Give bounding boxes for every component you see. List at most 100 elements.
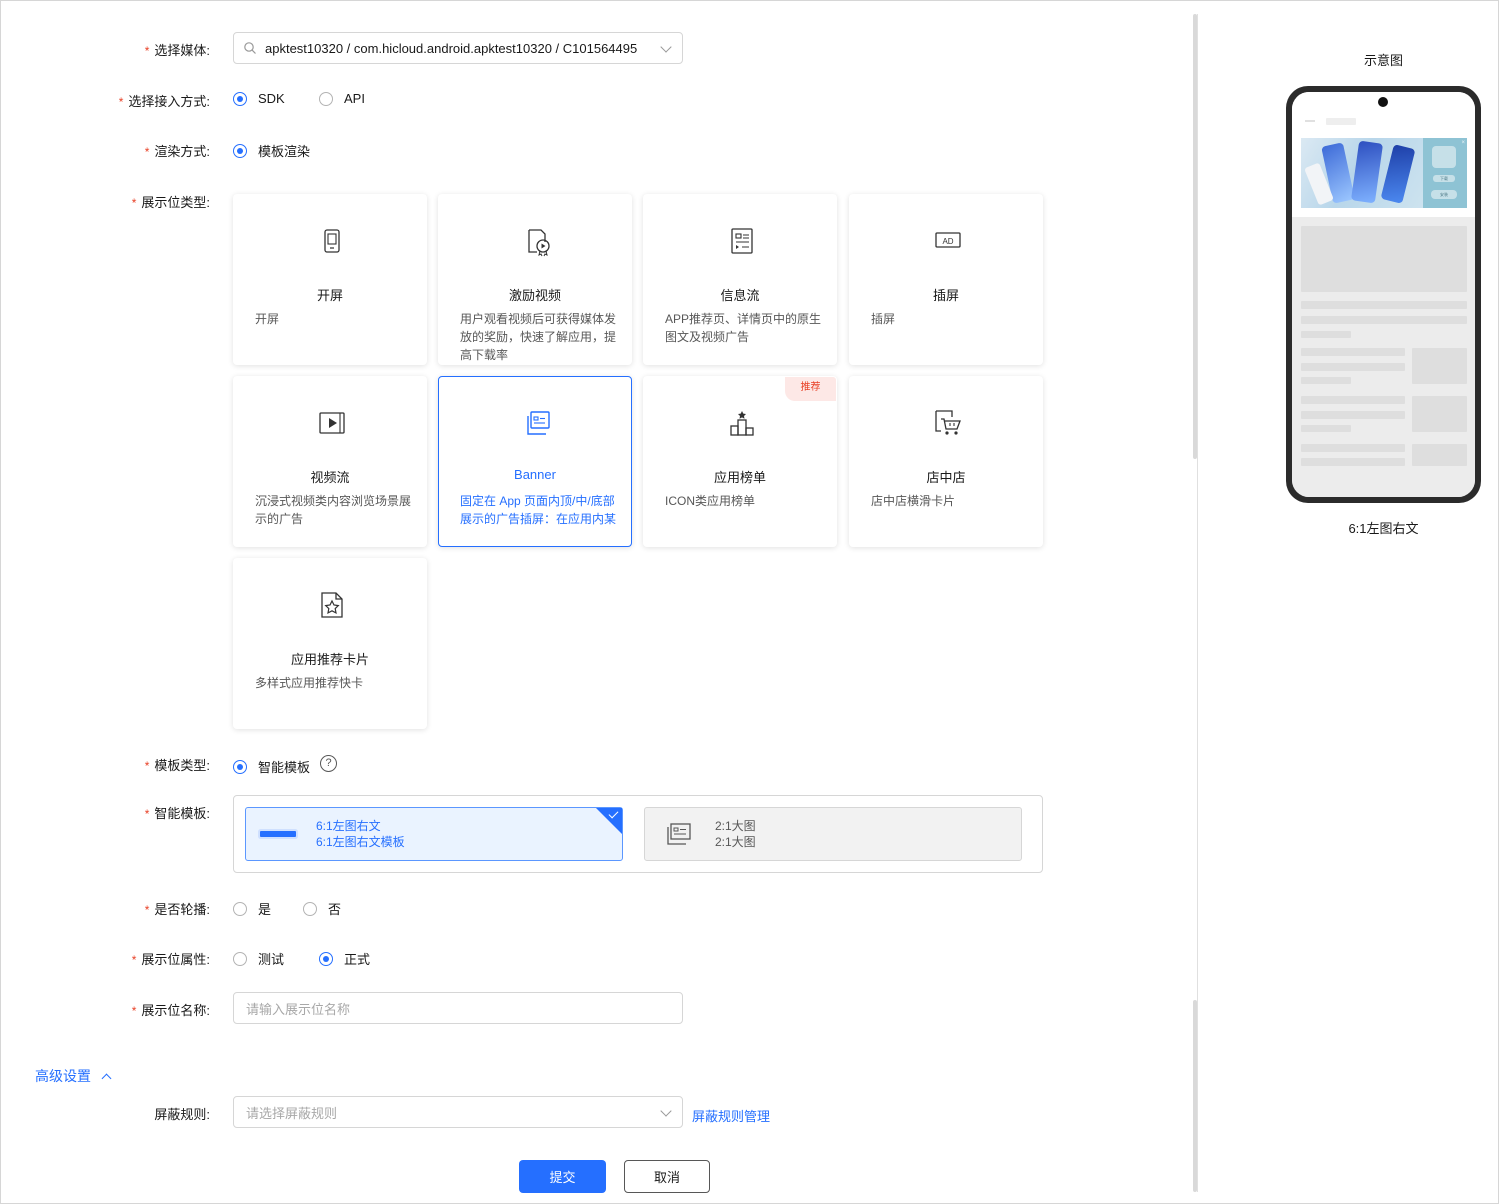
block-rule-manage-link[interactable]: 屏蔽规则管理 — [692, 1106, 770, 1125]
slot-name-label: * 展示位名称: — [131, 1003, 210, 1018]
banner-preview: 下载 安装 × — [1301, 138, 1467, 208]
placeholder-line — [1301, 301, 1467, 309]
slot-type-label: * 展示位类型: — [131, 195, 210, 210]
screen-header-bar — [1326, 118, 1356, 125]
card-title: 店中店 — [926, 470, 966, 485]
template-desc: 2:1大图 — [715, 835, 756, 849]
placeholder-line — [1301, 377, 1351, 384]
block-rule-label: 屏蔽规则: — [154, 1107, 210, 1122]
radio-dot — [233, 143, 247, 158]
banner-button-1: 下载 — [1433, 175, 1455, 182]
slot-card-reward-video[interactable]: 激励视频 用户观看视频后可获得媒体发放的奖励，快速了解应用，提高下载率 — [438, 194, 632, 365]
radio-api[interactable]: API — [319, 91, 365, 106]
card-title: 插屏 — [932, 288, 959, 303]
preview-caption: 6:1左图右文 — [1348, 521, 1419, 536]
slot-card-splash[interactable]: 开屏 开屏 — [233, 194, 427, 365]
slot-name-placeholder: 请输入展示位名称 — [246, 1001, 351, 1017]
media-value: apktest10320 / com.hicloud.android.apkte… — [265, 40, 638, 56]
placeholder-line — [1301, 348, 1405, 356]
radio-dot — [319, 951, 333, 966]
banner-app-icon — [1432, 146, 1456, 168]
advanced-label: 高级设置 — [35, 1068, 91, 1084]
radio-sdk[interactable]: SDK — [233, 91, 285, 106]
card-title: 应用榜单 — [713, 470, 766, 485]
slot-card-interstitial[interactable]: AD 插屏 插屏 — [849, 194, 1043, 365]
submit-button[interactable]: 提交 — [519, 1160, 606, 1193]
card-desc: APP推荐页、详情页中的原生图文及视频广告 — [665, 312, 822, 344]
radio-formal[interactable]: 正式 — [319, 949, 370, 968]
media-label: * 选择媒体: — [144, 43, 210, 58]
placeholder-line — [1301, 331, 1351, 338]
card-desc: 插屏 — [871, 312, 896, 326]
preview-title: 示意图 — [1363, 53, 1403, 68]
template-option-2-1[interactable]: 2:1大图 2:1大图 — [644, 807, 1022, 861]
banner-button-2: 安装 — [1431, 190, 1457, 199]
card-desc: ICON类应用榜单 — [665, 494, 756, 508]
smart-template-label: * 智能模板: — [144, 806, 210, 821]
large-image-icon — [667, 823, 691, 845]
access-label: * 选择接入方式: — [118, 94, 210, 109]
card-desc: 沉浸式视频类内容浏览场景展示的广告 — [255, 494, 412, 526]
radio-dot — [319, 91, 333, 106]
slot-card-video-stream[interactable]: 视频流 沉浸式视频类内容浏览场景展示的广告 — [233, 376, 427, 547]
card-desc: 用户观看视频后可获得媒体发放的奖励，快速了解应用，提高下载率 — [460, 312, 617, 362]
template-name: 6:1左图右文 — [316, 819, 381, 833]
banner-strip-icon — [260, 831, 296, 837]
radio-test[interactable]: 测试 — [233, 949, 284, 968]
ranking-icon — [730, 411, 754, 436]
banner-close-icon: × — [1461, 140, 1465, 146]
placeholder-line — [1301, 425, 1351, 432]
slot-card-ranking[interactable]: 推荐 应用榜单 ICON类应用榜单 — [643, 376, 837, 547]
template-type-label: * 模板类型: — [144, 758, 210, 773]
media-select[interactable]: apktest10320 / com.hicloud.android.apkte… — [233, 32, 683, 64]
card-desc: 店中店横滑卡片 — [871, 494, 956, 508]
placeholder-line — [1301, 458, 1405, 466]
panel-divider — [1197, 14, 1198, 1192]
phone-screen: 下载 安装 × — [1292, 92, 1475, 497]
cart-icon — [935, 410, 961, 435]
cancel-button[interactable]: 取消 — [624, 1160, 710, 1193]
radio-smart-template[interactable]: 智能模板 — [233, 757, 310, 776]
placeholder-line — [1301, 444, 1405, 452]
placeholder-thumb — [1412, 348, 1467, 384]
chevron-up-icon — [101, 1073, 112, 1083]
feed-icon — [731, 228, 753, 254]
svg-text:AD: AD — [942, 237, 953, 246]
reward-video-icon — [528, 229, 550, 257]
slot-card-store-in-store[interactable]: 店中店 店中店横滑卡片 — [849, 376, 1043, 547]
card-desc: 固定在 App 页面内顶/中/底部展示的广告插屏：在应用内某 — [460, 494, 617, 526]
slot-card-app-recommend[interactable]: 应用推荐卡片 多样式应用推荐快卡 — [233, 558, 427, 729]
block-rule-select[interactable]: 请选择屏蔽规则 — [233, 1096, 683, 1128]
render-label: * 渲染方式: — [144, 144, 210, 159]
slot-attr-label: * 展示位属性: — [131, 952, 210, 967]
card-desc: 开屏 — [255, 312, 280, 326]
card-title: 应用推荐卡片 — [290, 652, 369, 667]
card-title: 信息流 — [720, 288, 760, 303]
advanced-toggle[interactable]: 高级设置 — [35, 1066, 112, 1086]
card-title: 开屏 — [316, 288, 343, 303]
slot-card-banner[interactable]: Banner 固定在 App 页面内顶/中/底部展示的广告插屏：在应用内某 — [438, 376, 632, 547]
template-desc: 6:1左图右文模板 — [316, 835, 405, 849]
video-icon — [319, 412, 345, 434]
phone-preview: 下载 安装 × — [1286, 86, 1481, 503]
placeholder-thumb — [1412, 444, 1467, 466]
help-icon[interactable]: ? — [320, 755, 337, 772]
slot-name-input[interactable]: 请输入展示位名称 — [233, 992, 683, 1024]
banner-icon — [527, 411, 550, 435]
placeholder-line — [1301, 316, 1467, 324]
block-rule-placeholder: 请选择屏蔽规则 — [246, 1105, 338, 1121]
screen-content: 下载 安装 × — [1292, 92, 1475, 497]
card-title: 激励视频 — [508, 288, 561, 303]
placeholder-line — [1301, 363, 1405, 371]
placeholder-line — [1301, 396, 1405, 404]
page-frame — [0, 0, 1499, 1204]
template-option-6-1[interactable]: 6:1左图右文 6:1左图右文模板 — [245, 807, 623, 861]
smart-template-group: 6:1左图右文 6:1左图右文模板 2:1大图 2:1大图 — [233, 795, 1043, 873]
radio-dot — [233, 91, 247, 106]
slot-card-feed[interactable]: 信息流 APP推荐页、详情页中的原生图文及视频广告 — [643, 194, 837, 365]
phone-icon — [324, 229, 340, 253]
camera-dot — [1378, 97, 1388, 107]
radio-template-render[interactable]: 模板渲染 — [233, 141, 310, 160]
radio-carousel-no[interactable]: 否 — [303, 899, 341, 918]
radio-carousel-yes[interactable]: 是 — [233, 899, 271, 918]
